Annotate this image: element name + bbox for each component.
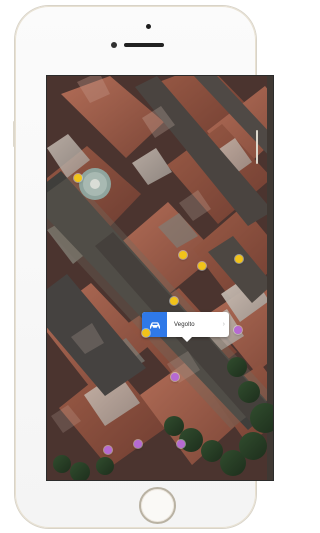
map-pin-purple[interactable] bbox=[234, 326, 242, 334]
callout-label: Vegolto bbox=[174, 321, 195, 328]
map-pin-yellow[interactable] bbox=[179, 251, 187, 259]
aerial-map[interactable] bbox=[47, 76, 273, 480]
front-camera bbox=[146, 24, 151, 29]
home-button[interactable] bbox=[139, 487, 176, 524]
map-pin-yellow[interactable] bbox=[142, 329, 150, 337]
map-screen[interactable]: Vegolto › bbox=[47, 76, 273, 480]
map-pin-yellow[interactable] bbox=[170, 297, 178, 305]
proximity-sensor bbox=[111, 42, 117, 48]
map-pin-purple[interactable] bbox=[134, 440, 142, 448]
map-pin-purple[interactable] bbox=[104, 446, 112, 454]
map-pin-purple[interactable] bbox=[171, 373, 179, 381]
location-callout[interactable]: Vegolto › bbox=[142, 312, 229, 342]
chevron-right-icon: › bbox=[222, 321, 225, 328]
iphone-frame: Vegolto › bbox=[13, 6, 273, 528]
map-pin-purple[interactable] bbox=[177, 440, 185, 448]
car-icon bbox=[149, 321, 160, 329]
map-pin-yellow[interactable] bbox=[235, 255, 243, 263]
earpiece-speaker bbox=[124, 43, 164, 47]
map-pin-yellow[interactable] bbox=[198, 262, 206, 270]
map-pin-yellow[interactable] bbox=[74, 174, 82, 182]
app-stage: Vegolto › bbox=[0, 0, 273, 533]
